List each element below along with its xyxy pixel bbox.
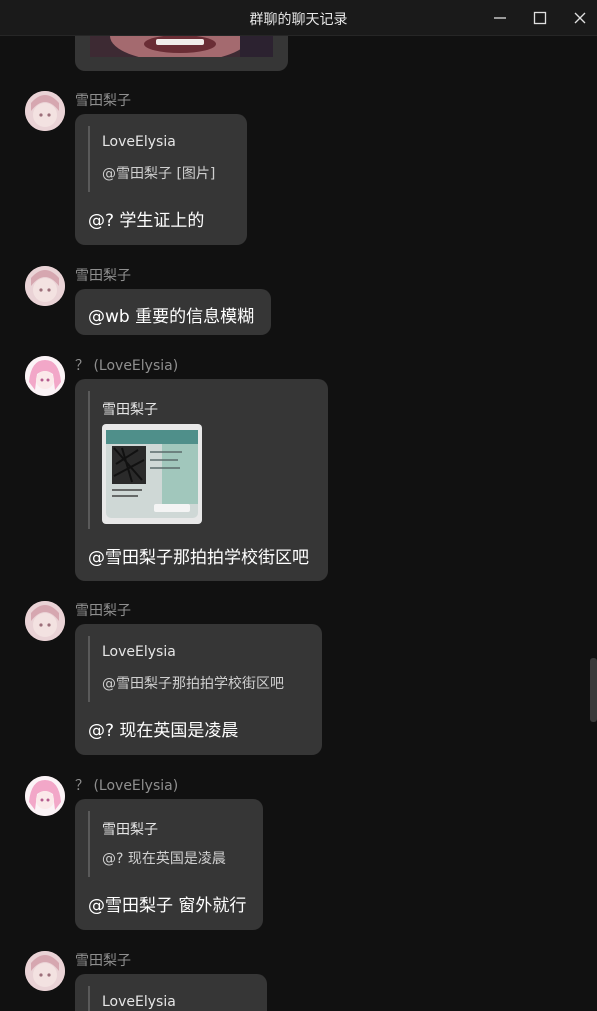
quote-sender: 雪田梨子 xyxy=(102,822,158,838)
title-bar: 群聊的聊天记录 xyxy=(0,0,597,36)
avatar[interactable] xyxy=(25,601,65,641)
message-bubble[interactable]: 雪田梨子 @雪田梨子那拍拍学校街区吧 xyxy=(75,379,328,581)
close-button[interactable] xyxy=(566,6,594,30)
maximize-icon xyxy=(533,11,547,25)
avatar-image xyxy=(25,776,65,816)
id-card-image[interactable] xyxy=(102,424,202,524)
minimize-button[interactable] xyxy=(486,6,514,30)
chat-history[interactable]: 雪田梨子 LoveElysia @雪田梨子 [图片] @? 学生证上的 雪田梨子… xyxy=(0,36,597,1011)
message-bubble[interactable]: LoveElysia xyxy=(75,974,267,1011)
sender-name: ？ (LoveElysia) xyxy=(75,778,179,794)
message-bubble[interactable]: LoveElysia @雪田梨子那拍拍学校街区吧 @? 现在英国是凌晨 xyxy=(75,624,322,755)
quote-block[interactable]: LoveElysia xyxy=(88,986,176,1011)
quote-block[interactable]: 雪田梨子 @? 现在英国是凌晨 xyxy=(88,811,226,877)
avatar-image xyxy=(25,91,65,131)
quote-sender: LoveElysia xyxy=(102,644,176,660)
quote-text: @? 现在英国是凌晨 xyxy=(102,851,226,867)
message-text: @雪田梨子那拍拍学校街区吧 xyxy=(88,548,309,568)
sender-name: 雪田梨子 xyxy=(75,93,131,109)
avatar-image xyxy=(25,356,65,396)
avatar[interactable] xyxy=(25,266,65,306)
avatar[interactable] xyxy=(25,776,65,816)
message-bubble[interactable]: LoveElysia @雪田梨子 [图片] @? 学生证上的 xyxy=(75,114,247,245)
avatar[interactable] xyxy=(25,356,65,396)
quote-text: @雪田梨子那拍拍学校街区吧 xyxy=(102,676,284,692)
message-text: @? 现在英国是凌晨 xyxy=(88,721,239,741)
close-icon xyxy=(574,12,586,24)
sender-name: 雪田梨子 xyxy=(75,603,131,619)
quote-block[interactable]: LoveElysia @雪田梨子 [图片] xyxy=(88,126,215,192)
quote-block[interactable]: LoveElysia @雪田梨子那拍拍学校街区吧 xyxy=(88,636,284,702)
scrollbar-thumb[interactable] xyxy=(590,658,597,722)
sender-name: 雪田梨子 xyxy=(75,268,131,284)
quote-text: @雪田梨子 [图片] xyxy=(102,166,216,182)
avatar-image xyxy=(25,266,65,306)
avatar[interactable] xyxy=(25,91,65,131)
minimize-icon xyxy=(494,17,506,19)
sender-name: ？ (LoveElysia) xyxy=(75,358,179,374)
quote-sender: LoveElysia xyxy=(102,134,176,150)
message-text: @雪田梨子 窗外就行 xyxy=(88,896,247,916)
photo-image[interactable] xyxy=(90,36,273,57)
avatar-image xyxy=(25,951,65,991)
quote-sender: 雪田梨子 xyxy=(102,402,158,418)
sender-name: 雪田梨子 xyxy=(75,953,131,969)
image-message-bubble[interactable] xyxy=(75,36,288,71)
message-text: @? 学生证上的 xyxy=(88,211,205,231)
avatar[interactable] xyxy=(25,951,65,991)
message-bubble[interactable]: @wb 重要的信息模糊 xyxy=(75,289,271,335)
quote-block[interactable]: 雪田梨子 xyxy=(88,391,202,529)
avatar-image xyxy=(25,601,65,641)
quote-sender: LoveElysia xyxy=(102,994,176,1010)
message-text: @wb 重要的信息模糊 xyxy=(88,307,255,327)
maximize-button[interactable] xyxy=(526,6,554,30)
message-bubble[interactable]: 雪田梨子 @? 现在英国是凌晨 @雪田梨子 窗外就行 xyxy=(75,799,263,930)
